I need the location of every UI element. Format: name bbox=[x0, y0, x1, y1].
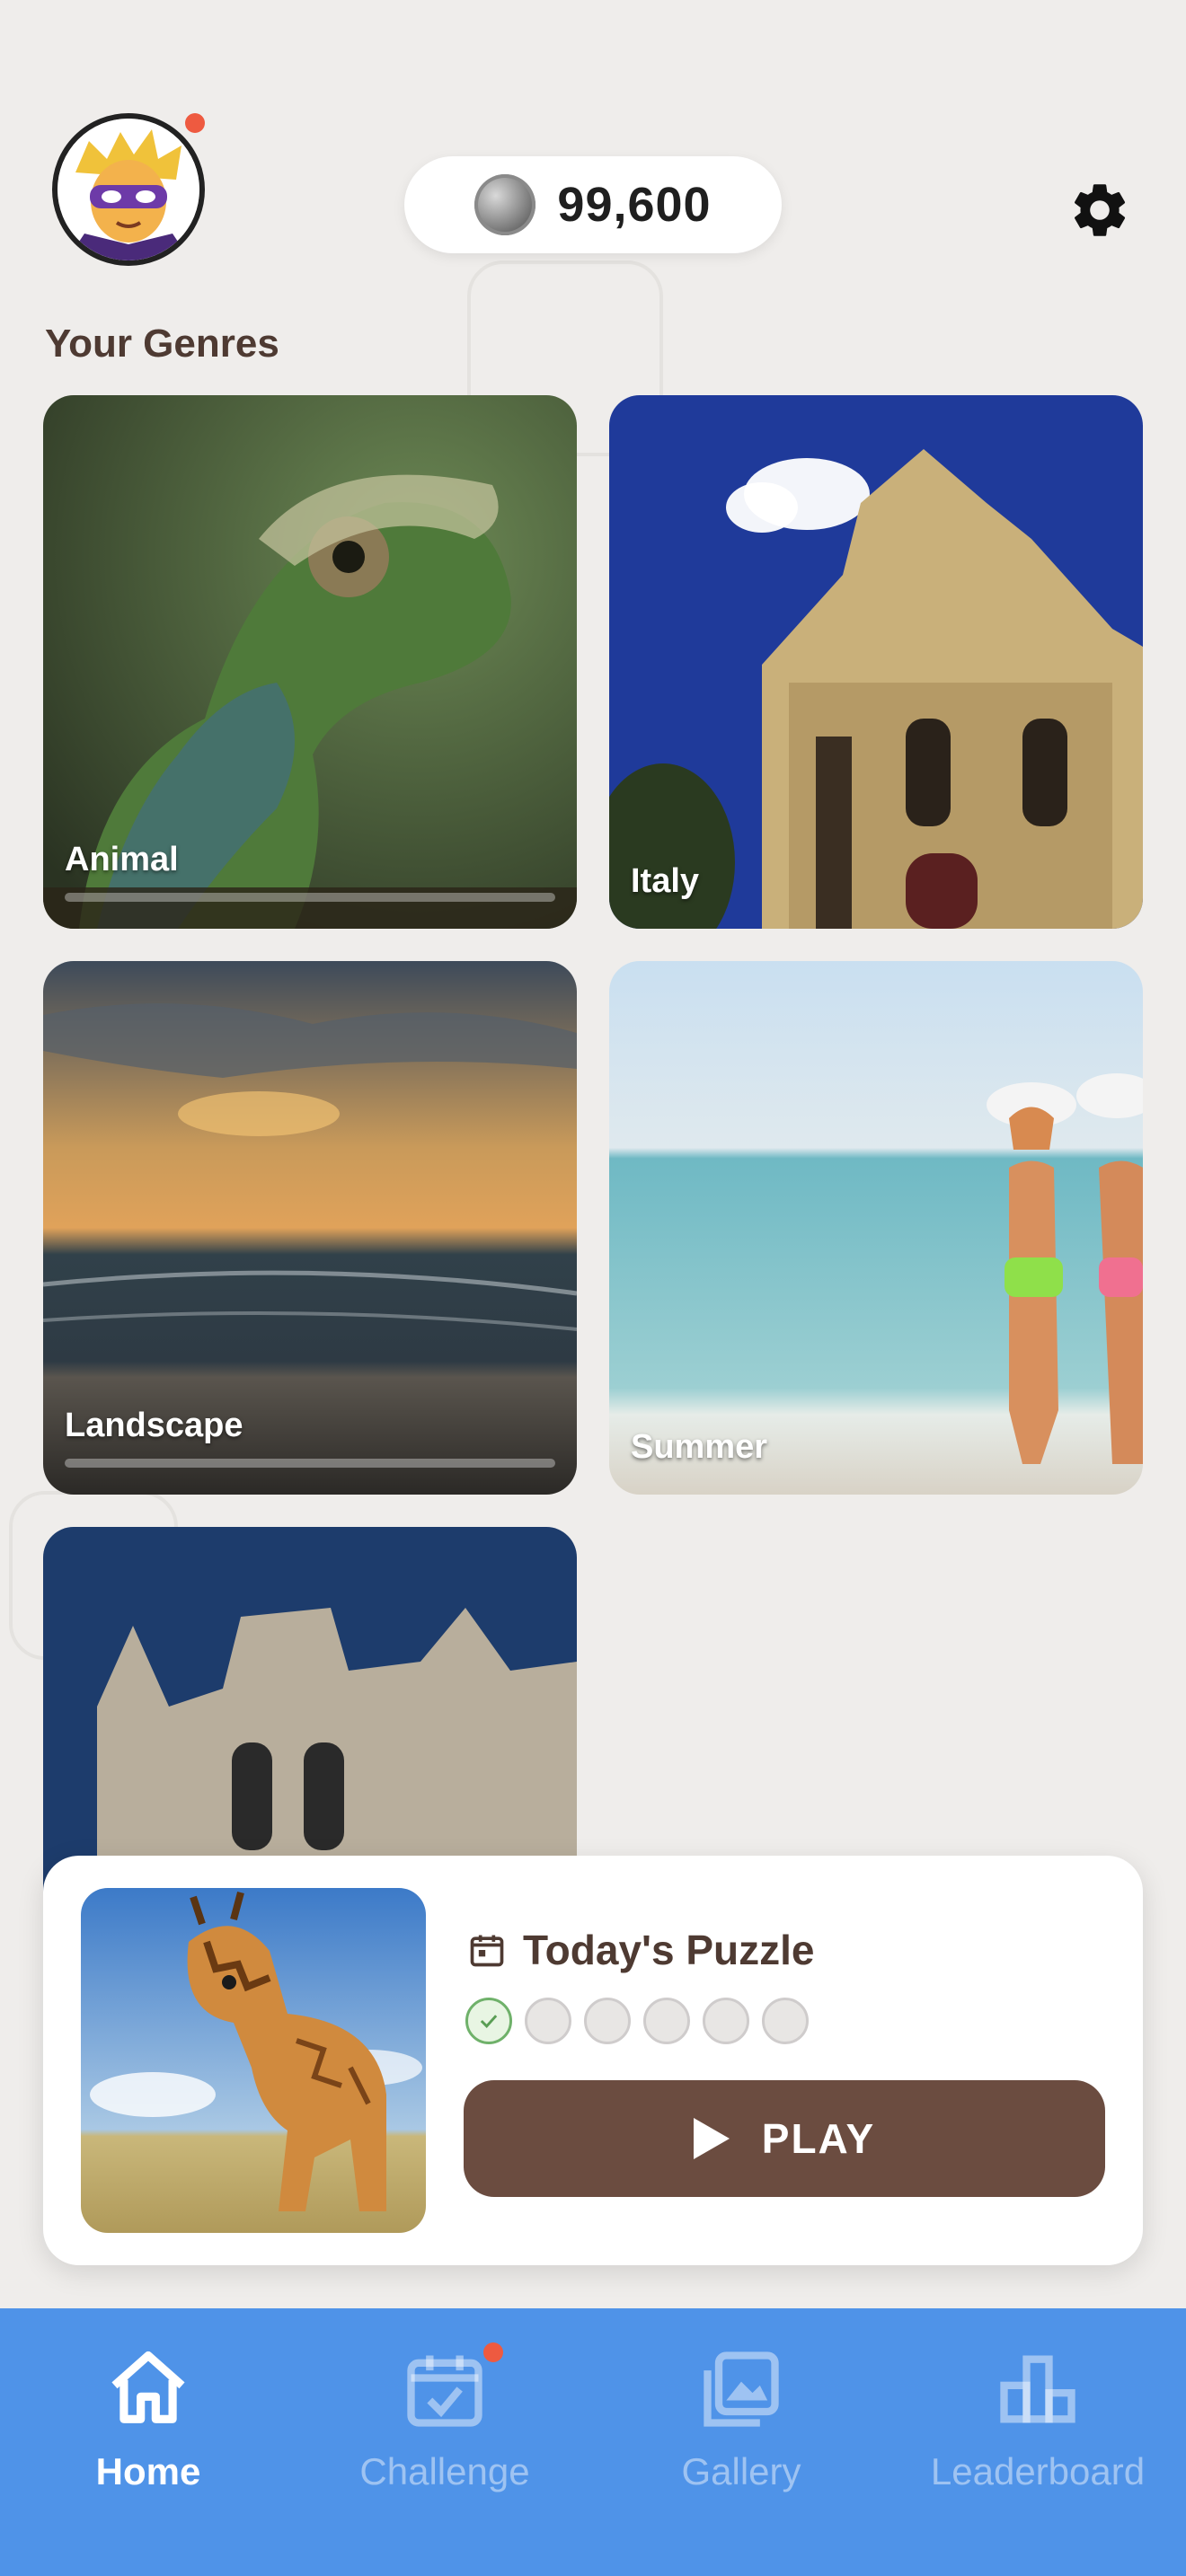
play-icon bbox=[693, 2118, 730, 2159]
play-label: PLAY bbox=[761, 2115, 876, 2162]
genre-card-summer[interactable]: Summer bbox=[609, 961, 1143, 1495]
check-icon bbox=[480, 2015, 498, 2028]
progress-dot bbox=[643, 1998, 690, 2044]
nav-item-home[interactable]: Home bbox=[0, 2308, 296, 2576]
todays-puzzle-card[interactable]: Today's Puzzle PLAY bbox=[43, 1856, 1143, 2265]
genre-card-italy[interactable]: Italy bbox=[609, 395, 1143, 929]
genre-card-landscape[interactable]: Landscape bbox=[43, 961, 577, 1495]
nav-item-leaderboard[interactable]: Leaderboard bbox=[890, 2308, 1186, 2576]
play-button[interactable]: PLAY bbox=[464, 2080, 1105, 2197]
gallery-icon bbox=[704, 2351, 779, 2427]
summer-image bbox=[609, 961, 1143, 1495]
nav-label: Challenge bbox=[359, 2450, 530, 2492]
puzzle-thumbnail[interactable] bbox=[81, 1888, 426, 2233]
nav-item-challenge[interactable]: Challenge bbox=[296, 2308, 593, 2576]
progress-dot bbox=[762, 1998, 809, 2044]
nav-label: Leaderboard bbox=[930, 2450, 1146, 2492]
genre-label: Landscape bbox=[65, 1407, 243, 1444]
calendar-icon bbox=[470, 1935, 504, 1967]
gear-icon[interactable] bbox=[1067, 178, 1132, 243]
daily-progress-dots bbox=[465, 1998, 809, 2044]
genre-card-animal[interactable]: Animal bbox=[43, 395, 577, 929]
progress-dot bbox=[584, 1998, 631, 2044]
avatar[interactable] bbox=[52, 113, 205, 266]
home-icon bbox=[111, 2351, 185, 2423]
progress-dot bbox=[525, 1998, 571, 2044]
genre-label: Italy bbox=[631, 862, 700, 900]
puzzle-title: Today's Puzzle bbox=[523, 1927, 815, 1973]
progress-bar bbox=[65, 893, 555, 902]
calendar-check-icon bbox=[407, 2355, 482, 2427]
coin-balance[interactable]: 99,600 bbox=[404, 156, 782, 253]
challenge-badge bbox=[483, 2342, 503, 2362]
genre-label: Summer bbox=[631, 1428, 768, 1466]
bottom-nav: Home Challenge Gallery Leaderboard bbox=[0, 2308, 1186, 2576]
coin-balance-value: 99,600 bbox=[557, 178, 712, 232]
nav-label: Gallery bbox=[681, 2450, 801, 2492]
nav-label: Home bbox=[95, 2450, 201, 2492]
notification-dot bbox=[185, 113, 205, 133]
puzzle-title-row: Today's Puzzle bbox=[467, 1926, 815, 1974]
progress-dot bbox=[703, 1998, 749, 2044]
progress-bar bbox=[65, 1459, 555, 1468]
genre-label: Animal bbox=[65, 841, 179, 878]
progress-dot-completed bbox=[465, 1998, 512, 2044]
leaderboard-icon bbox=[1000, 2355, 1075, 2423]
section-title: Your Genres bbox=[45, 322, 279, 366]
coin-icon bbox=[474, 174, 536, 235]
italy-image bbox=[609, 395, 1143, 929]
nav-item-gallery[interactable]: Gallery bbox=[593, 2308, 890, 2576]
